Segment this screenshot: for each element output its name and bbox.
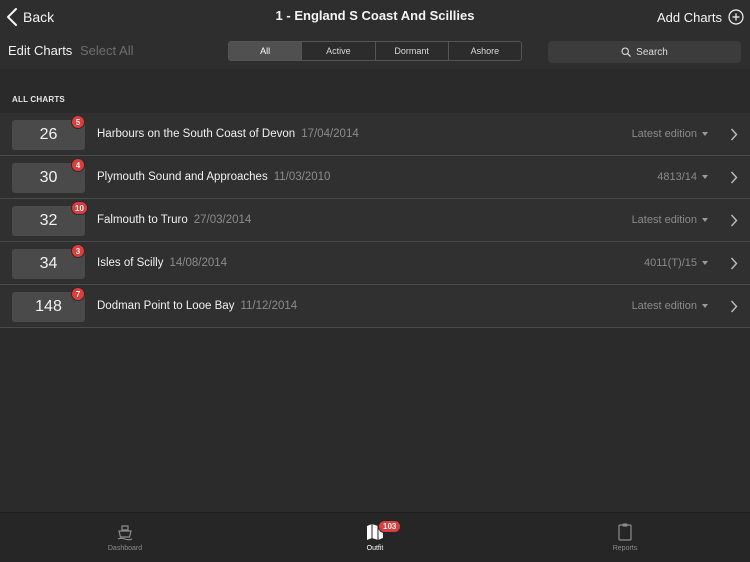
- tab-label: Reports: [612, 545, 638, 552]
- chart-row[interactable]: 30 4 Plymouth Sound and Approaches 11/03/…: [0, 156, 750, 199]
- chart-title-line: Falmouth to Truro 27/03/2014: [97, 214, 251, 226]
- segment-ashore[interactable]: Ashore: [448, 42, 521, 60]
- chart-title-line: Harbours on the South Coast of Devon 17/0…: [97, 128, 359, 140]
- navigation-bar: Back 1 - England S Coast And Scillies Ad…: [0, 0, 750, 34]
- chart-number-box: 30 4: [12, 158, 85, 193]
- chart-number-box: 148 7: [12, 287, 85, 322]
- app-root: Back 1 - England S Coast And Scillies Ad…: [0, 0, 750, 562]
- segment-all[interactable]: All: [229, 42, 303, 60]
- edition-label: Latest edition: [631, 300, 697, 312]
- caret-down-icon: [702, 261, 708, 265]
- caret-down-icon: [702, 304, 708, 308]
- search-placeholder: Search: [636, 46, 668, 58]
- chart-list: 26 5 Harbours on the South Coast of Devo…: [0, 113, 750, 328]
- tab-outfit[interactable]: 103 Outfit: [315, 513, 435, 562]
- chevron-right-icon: [730, 214, 738, 227]
- chart-row[interactable]: 34 3 Isles of Scilly 14/08/2014 4011(T)/1…: [0, 242, 750, 285]
- ship-icon: [117, 525, 133, 541]
- chart-date: 17/04/2014: [301, 128, 359, 140]
- search-icon: [621, 47, 631, 57]
- select-all-button[interactable]: Select All: [80, 43, 133, 58]
- chart-date: 11/03/2010: [273, 171, 331, 183]
- edition-dropdown[interactable]: 4813/14: [657, 171, 708, 183]
- chart-number-box: 26 5: [12, 115, 85, 150]
- tab-reports[interactable]: Reports: [565, 513, 685, 562]
- chart-title-line: Isles of Scilly 14/08/2014: [97, 257, 227, 269]
- caret-down-icon: [702, 218, 708, 222]
- tab-label: Dashboard: [107, 545, 143, 552]
- chart-date: 14/08/2014: [169, 257, 228, 269]
- search-field[interactable]: Search: [548, 41, 741, 63]
- add-charts-label: Add Charts: [656, 9, 722, 25]
- section-header: ALL CHARTS: [0, 69, 750, 113]
- tab-bar: Dashboard 103 Outfit Reports: [0, 512, 750, 562]
- chart-date: 11/12/2014: [240, 300, 298, 312]
- tab-dashboard[interactable]: Dashboard: [65, 513, 185, 562]
- toolbar: Edit Charts Select All All Active Dorman…: [0, 34, 750, 69]
- chart-title-line: Dodman Point to Looe Bay 11/12/2014: [97, 300, 297, 312]
- caret-down-icon: [702, 132, 708, 136]
- chart-number-box: 34 3: [12, 244, 85, 279]
- notice-count-badge: 3: [71, 244, 85, 258]
- chart-number: 30: [39, 169, 58, 186]
- chart-title-line: Plymouth Sound and Approaches 11/03/2010: [97, 171, 330, 183]
- chevron-right-icon: [730, 171, 738, 184]
- notice-count-badge: 10: [71, 201, 88, 215]
- chart-name: Isles of Scilly: [97, 257, 164, 269]
- edition-label: Latest edition: [631, 128, 697, 140]
- edition-dropdown[interactable]: Latest edition: [632, 214, 708, 226]
- chevron-right-icon: [730, 128, 738, 141]
- chart-name: Falmouth to Truro: [97, 214, 188, 226]
- caret-down-icon: [702, 175, 708, 179]
- chart-number: 34: [39, 255, 58, 272]
- back-button[interactable]: Back: [6, 7, 54, 27]
- plus-circle-icon: [728, 9, 744, 25]
- notice-count-badge: 5: [71, 115, 85, 129]
- edition-label: 4813/14: [657, 171, 697, 183]
- chart-name: Plymouth Sound and Approaches: [97, 171, 268, 183]
- add-charts-button[interactable]: Add Charts: [657, 7, 744, 27]
- chart-number: 148: [35, 298, 62, 315]
- edit-charts-button[interactable]: Edit Charts: [8, 43, 72, 58]
- section-title: ALL CHARTS: [12, 95, 65, 104]
- back-label: Back: [23, 9, 55, 25]
- chart-row[interactable]: 32 10 Falmouth to Truro 27/03/2014 Latest…: [0, 199, 750, 242]
- chart-name: Dodman Point to Looe Bay: [97, 300, 235, 312]
- chevron-right-icon: [730, 300, 738, 313]
- edition-dropdown[interactable]: Latest edition: [632, 300, 708, 312]
- edition-label: Latest edition: [631, 214, 697, 226]
- chart-number: 26: [39, 126, 58, 143]
- segment-active[interactable]: Active: [302, 42, 376, 60]
- segment-dormant[interactable]: Dormant: [375, 42, 449, 60]
- edition-dropdown[interactable]: 4011(T)/15: [644, 257, 708, 269]
- edition-label: 4011(T)/15: [644, 257, 697, 269]
- chart-row[interactable]: 26 5 Harbours on the South Coast of Devo…: [0, 113, 750, 156]
- chart-name: Harbours on the South Coast of Devon: [97, 128, 296, 140]
- outfit-count-badge: 103: [378, 520, 402, 533]
- tab-label: Outfit: [366, 545, 384, 552]
- edition-dropdown[interactable]: Latest edition: [632, 128, 708, 140]
- chevron-right-icon: [730, 257, 738, 270]
- chart-number-box: 32 10: [12, 201, 88, 236]
- filter-segmented-control: All Active Dormant Ashore: [228, 41, 522, 61]
- page-title: 1 - England S Coast And Scillies: [275, 8, 475, 23]
- chart-row[interactable]: 148 7 Dodman Point to Looe Bay 11/12/2014…: [0, 285, 750, 328]
- notice-count-badge: 4: [71, 158, 85, 172]
- chart-number: 32: [39, 212, 58, 229]
- chart-date: 27/03/2014: [193, 214, 252, 226]
- chevron-left-icon: [7, 8, 17, 26]
- notice-count-badge: 7: [71, 287, 85, 301]
- clipboard-icon: [618, 523, 632, 541]
